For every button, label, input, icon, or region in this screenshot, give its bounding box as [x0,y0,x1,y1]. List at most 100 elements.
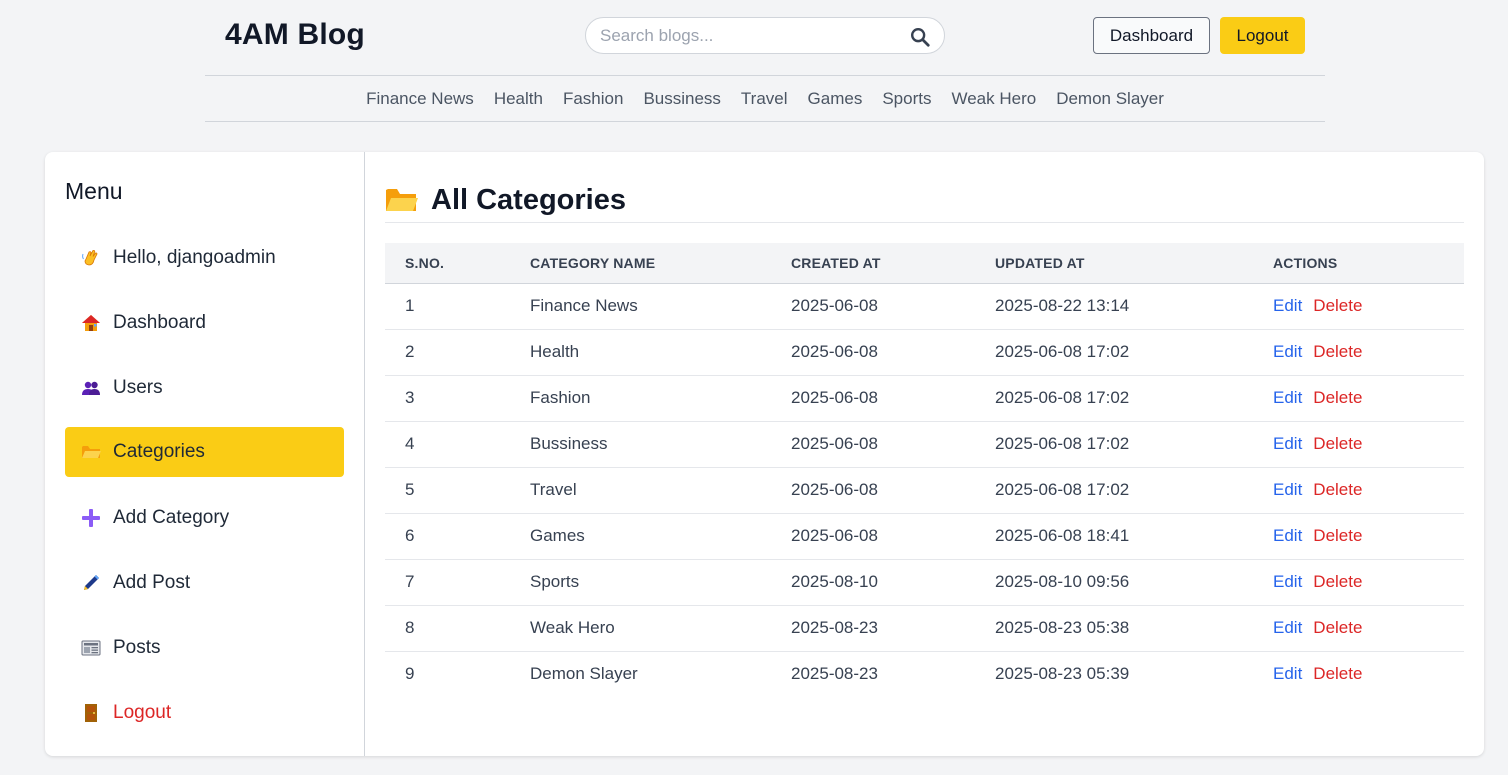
cell-updated-at: 2025-08-10 09:56 [995,572,1130,591]
cell-category-name: Travel [530,480,577,499]
cell-created-at: 2025-06-08 [791,526,878,545]
nav-link-health[interactable]: Health [494,89,543,109]
cell-sno: 3 [405,388,415,407]
sidebar-item-logout[interactable]: Logout [65,688,344,738]
sidebar-item-greeting: Hello, djangoadmin [65,233,344,283]
edit-link[interactable]: Edit [1273,526,1302,545]
search-input[interactable] [600,25,900,47]
cell-category-name: Finance News [530,296,638,315]
cell-category-name: Games [530,526,585,545]
cell-sno: 1 [405,296,415,315]
edit-link[interactable]: Edit [1273,434,1302,453]
sidebar-item-posts[interactable]: Posts [65,623,344,673]
column-header-actions: ACTIONS [1273,254,1338,271]
edit-link[interactable]: Edit [1273,480,1302,499]
users-icon [82,381,100,395]
folder-icon [82,446,101,458]
sidebar-item-label: Categories [113,441,205,462]
table-row: 9 Demon Slayer 2025-08-23 2025-08-23 05:… [385,651,1464,697]
sidebar-item-label: Add Post [113,572,191,593]
nav-link-sports[interactable]: Sports [882,89,931,109]
cell-actions: Edit Delete [1253,467,1464,513]
cell-category-name: Sports [530,572,580,591]
table-header-row: S.NO. CATEGORY NAME CREATED AT UPDATED A… [385,243,1464,283]
cell-sno: 6 [405,526,415,545]
logout-button[interactable]: Logout [1220,17,1305,54]
cell-updated-at: 2025-06-08 17:02 [995,388,1130,407]
sidebar-item-label: Logout [113,702,172,723]
search-icon[interactable] [909,26,931,48]
pen-icon [84,575,99,590]
cell-actions: Edit Delete [1253,605,1464,651]
search-box [585,17,945,54]
edit-link[interactable]: Edit [1273,342,1302,361]
cell-created-at: 2025-06-08 [791,388,878,407]
edit-link[interactable]: Edit [1273,572,1302,591]
edit-link[interactable]: Edit [1273,388,1302,407]
nav-link-demon-slayer[interactable]: Demon Slayer [1056,89,1164,109]
page-title-text: All Categories [431,183,626,216]
delete-link[interactable]: Delete [1313,296,1362,315]
nav-link-travel[interactable]: Travel [741,89,788,109]
sidebar-item-add-category[interactable]: Add Category [65,493,344,543]
edit-link[interactable]: Edit [1273,664,1302,683]
delete-link[interactable]: Delete [1313,480,1362,499]
cell-updated-at: 2025-08-22 13:14 [995,296,1130,315]
cell-category-name: Demon Slayer [530,664,638,684]
column-header-updated-at: UPDATED AT [995,254,1085,271]
cell-created-at: 2025-08-10 [791,572,878,591]
cell-updated-at: 2025-08-23 05:38 [995,618,1130,637]
sidebar-item-add-post[interactable]: Add Post [65,558,344,608]
admin-panel: Menu Hello, djangoadmin Dashboard Users … [45,152,1484,756]
site-logo[interactable]: 4AM Blog [225,18,365,52]
nav-link-weak-hero[interactable]: Weak Hero [951,89,1036,109]
folder-icon [386,189,418,211]
cell-actions: Edit Delete [1253,421,1464,467]
cell-created-at: 2025-08-23 [791,664,878,684]
cell-actions: Edit Delete [1253,375,1464,421]
sidebar-item-categories[interactable]: Categories [65,427,344,477]
cell-sno: 7 [405,572,415,591]
delete-link[interactable]: Delete [1313,572,1362,591]
table-row: 3 Fashion 2025-06-08 2025-06-08 17:02 Ed… [385,375,1464,421]
category-nav: Finance News Health Fashion Bussiness Tr… [205,75,1325,122]
sidebar: Menu Hello, djangoadmin Dashboard Users … [45,152,365,756]
cell-sno: 9 [405,664,415,684]
delete-link[interactable]: Delete [1313,342,1362,361]
delete-link[interactable]: Delete [1313,526,1362,545]
table-row: 6 Games 2025-06-08 2025-06-08 18:41 Edit… [385,513,1464,559]
cell-category-name: Bussiness [530,434,608,453]
nav-link-finance-news[interactable]: Finance News [366,89,474,109]
dashboard-button[interactable]: Dashboard [1093,17,1210,54]
cell-sno: 4 [405,434,415,453]
cell-category-name: Weak Hero [530,618,615,637]
sidebar-item-label: Dashboard [113,312,206,333]
page-title: All Categories [385,178,626,222]
column-header-category-name: CATEGORY NAME [530,254,656,271]
table-row: 5 Travel 2025-06-08 2025-06-08 17:02 Edi… [385,467,1464,513]
cell-updated-at: 2025-06-08 18:41 [995,526,1130,545]
delete-link[interactable]: Delete [1313,388,1362,407]
delete-link[interactable]: Delete [1313,664,1362,683]
cell-sno: 8 [405,618,415,637]
edit-link[interactable]: Edit [1273,618,1302,637]
categories-table: S.NO. CATEGORY NAME CREATED AT UPDATED A… [385,243,1464,697]
column-header-sno: S.NO. [405,254,445,271]
delete-link[interactable]: Delete [1313,618,1362,637]
sidebar-item-users[interactable]: Users [65,363,344,413]
cell-actions: Edit Delete [1253,329,1464,375]
newspaper-icon [81,640,101,656]
sidebar-item-label: Posts [113,637,161,658]
cell-sno: 5 [405,480,415,499]
nav-link-fashion[interactable]: Fashion [563,89,623,109]
nav-link-games[interactable]: Games [808,89,863,109]
delete-link[interactable]: Delete [1313,434,1362,453]
sidebar-item-dashboard[interactable]: Dashboard [65,298,344,348]
cell-created-at: 2025-06-08 [791,480,878,499]
column-header-created-at: CREATED AT [791,254,881,271]
table-row: 4 Bussiness 2025-06-08 2025-06-08 17:02 … [385,421,1464,467]
edit-link[interactable]: Edit [1273,296,1302,315]
nav-link-bussiness[interactable]: Bussiness [643,89,720,109]
cell-actions: Edit Delete [1253,559,1464,605]
cell-created-at: 2025-08-23 [791,618,878,637]
